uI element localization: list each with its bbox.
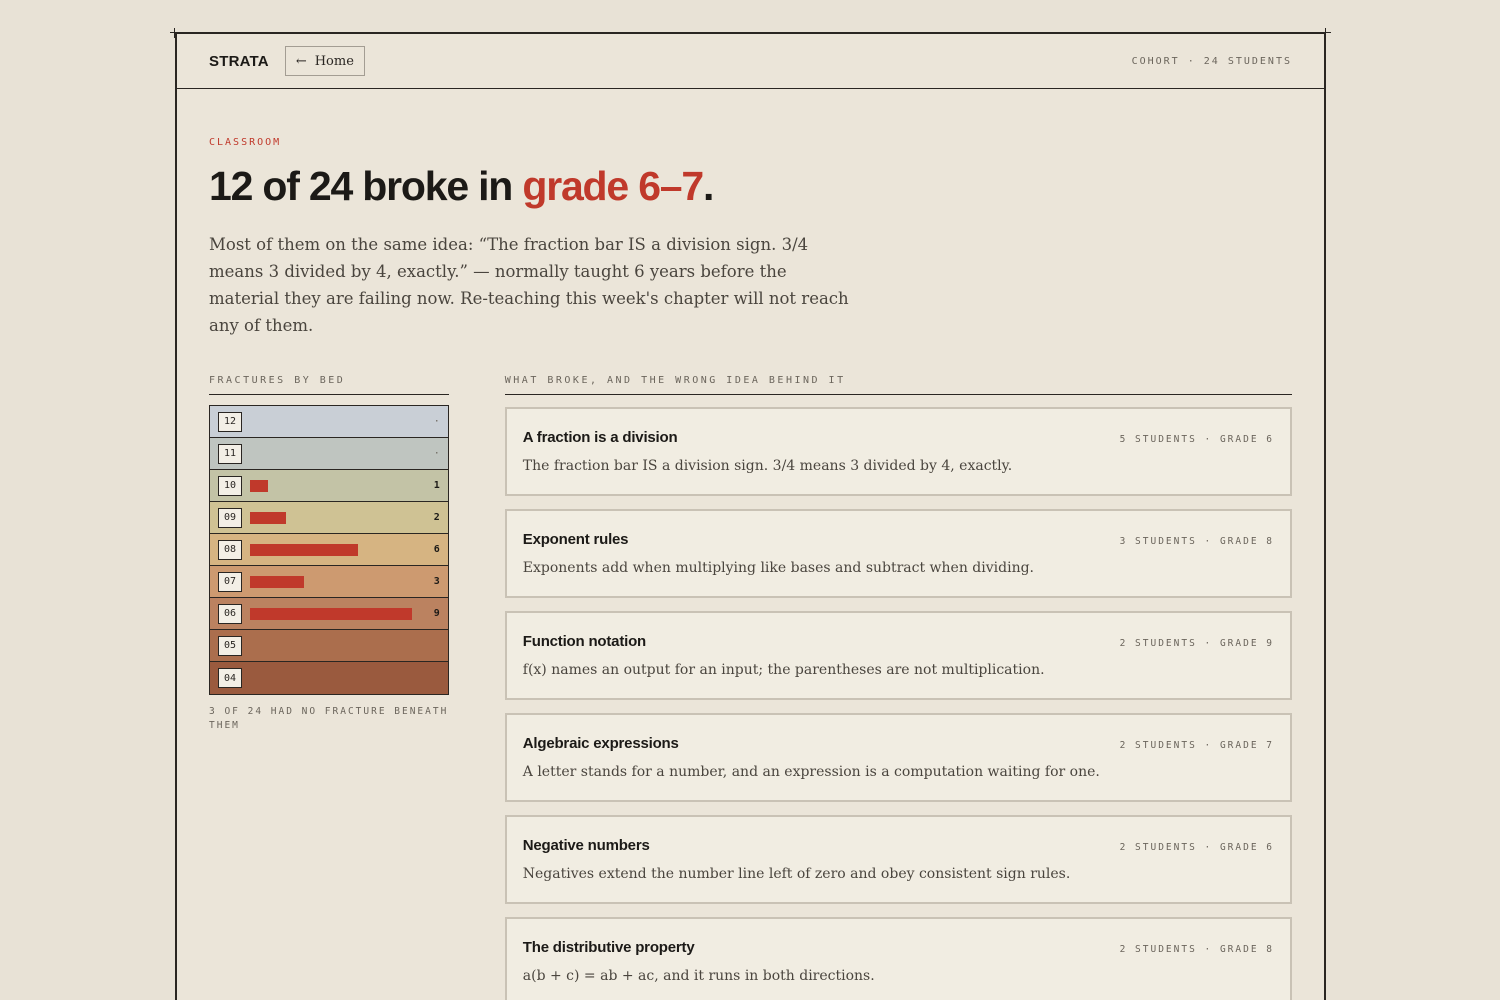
breaks-label: WHAT BROKE, AND THE WRONG IDEA BEHIND IT — [504, 375, 1292, 396]
bed-bar-track — [250, 416, 422, 428]
bed-row[interactable]: 07 3 — [210, 566, 448, 599]
title-main: 12 of 24 broke in — [209, 163, 523, 209]
bed-row[interactable]: 04 — [210, 662, 448, 695]
card-meta: 2 STUDENTS · GRADE 7 — [1119, 740, 1274, 752]
bed-number: 06 — [218, 603, 242, 624]
home-button-label: Home — [314, 53, 354, 69]
bed-row[interactable]: 05 — [210, 630, 448, 663]
main-content: CLASSROOM 12 of 24 broke in grade 6–7. M… — [177, 137, 1324, 1000]
card-meta: 5 STUDENTS · GRADE 6 — [1119, 434, 1274, 446]
card-description: A letter stands for a number, and an exp… — [522, 764, 1100, 781]
columns: FRACTURES BY BED 12 · 11 · 10 1 09 2 08 6 07 3 06 9 05… — [209, 375, 1292, 1000]
cohort-info: COHORT · 24 STUDENTS — [1131, 55, 1292, 67]
bed-row[interactable]: 09 2 — [210, 502, 448, 535]
title-end: . — [703, 163, 714, 209]
bed-row[interactable]: 06 9 — [210, 598, 448, 631]
break-card[interactable]: Negative numbers 2 STUDENTS · GRADE 6 Nega… — [504, 815, 1292, 905]
bed-count: 6 — [433, 544, 440, 556]
bed-bar-track — [250, 448, 422, 460]
bed-count: 9 — [433, 608, 440, 620]
bed-count: · — [433, 448, 440, 460]
bed-number: 11 — [218, 443, 242, 464]
bed-count: 3 — [433, 576, 440, 588]
break-card[interactable]: Function notation 2 STUDENTS · GRADE 9 f(x… — [504, 611, 1292, 701]
bed-bar-track — [250, 479, 422, 492]
page-eyebrow: CLASSROOM — [209, 137, 282, 148]
bed-count: 1 — [433, 480, 440, 492]
break-cards: A fraction is a division 5 STUDENTS · GRA… — [504, 407, 1292, 1000]
card-description: Negatives extend the number line left of… — [522, 866, 1071, 883]
fracture-bar — [250, 511, 286, 524]
title-accent: grade 6–7 — [522, 163, 704, 209]
bed-row[interactable]: 08 6 — [210, 534, 448, 567]
arrow-left-icon: ← — [295, 53, 307, 69]
bed-bar-track — [250, 575, 422, 588]
breaks-panel: WHAT BROKE, AND THE WRONG IDEA BEHIND IT… — [504, 375, 1292, 1000]
card-description: Exponents add when multiplying like base… — [522, 560, 1035, 577]
bed-number: 12 — [218, 411, 242, 432]
card-meta: 2 STUDENTS · GRADE 9 — [1119, 638, 1274, 650]
bed-chart: 12 · 11 · 10 1 09 2 08 6 07 3 06 9 05 04 — [209, 405, 449, 696]
fracture-bar — [250, 607, 412, 620]
bed-number: 05 — [218, 635, 242, 656]
bed-row[interactable]: 12 · — [210, 406, 448, 439]
card-description: f(x) names an output for an input; the p… — [522, 662, 1045, 679]
bed-bar-track — [250, 543, 422, 556]
bed-bar-track — [250, 640, 422, 652]
fracture-bar — [250, 543, 358, 556]
break-card[interactable]: A fraction is a division 5 STUDENTS · GRA… — [504, 407, 1292, 497]
page-lede: Most of them on the same idea: “The frac… — [209, 235, 849, 336]
home-button[interactable]: ← Home — [284, 46, 365, 76]
bed-count: 2 — [433, 512, 440, 524]
bed-row[interactable]: 11 · — [210, 438, 448, 471]
bed-bar-track — [250, 607, 422, 620]
page-frame: STRATA ← Home COHORT · 24 STUDENTS CLASS… — [175, 32, 1326, 1000]
bed-row[interactable]: 10 1 — [210, 470, 448, 503]
break-card[interactable]: Algebraic expressions 2 STUDENTS · GRADE … — [504, 713, 1292, 803]
fractures-panel: FRACTURES BY BED 12 · 11 · 10 1 09 2 08 6 07 3 06 9 05… — [209, 375, 449, 1000]
fracture-bar — [250, 575, 304, 588]
brand-logo[interactable]: STRATA — [209, 53, 269, 70]
bed-count: · — [433, 416, 440, 428]
fractures-footnote: 3 OF 24 HAD NO FRACTURE BENEATH THEM — [209, 706, 449, 732]
bed-bar-track — [250, 672, 422, 684]
card-meta: 2 STUDENTS · GRADE 8 — [1119, 944, 1274, 956]
break-card[interactable]: Exponent rules 3 STUDENTS · GRADE 8 Expone… — [504, 509, 1292, 599]
top-bar: STRATA ← Home COHORT · 24 STUDENTS — [177, 34, 1324, 89]
card-meta: 3 STUDENTS · GRADE 8 — [1119, 536, 1274, 548]
card-description: The fraction bar IS a division sign. 3/4… — [522, 458, 1013, 475]
bed-number: 07 — [218, 571, 242, 592]
bed-bar-track — [250, 511, 422, 524]
fracture-bar — [250, 479, 268, 492]
bed-number: 04 — [218, 668, 242, 689]
card-meta: 2 STUDENTS · GRADE 6 — [1119, 842, 1274, 854]
card-description: a(b + c) = ab + ac, and it runs in both … — [522, 968, 875, 985]
page-title: 12 of 24 broke in grade 6–7. — [209, 163, 1292, 209]
bed-number: 08 — [218, 539, 242, 560]
fractures-label: FRACTURES BY BED — [209, 375, 449, 396]
bed-number: 10 — [218, 475, 242, 496]
bed-number: 09 — [218, 507, 242, 528]
break-card[interactable]: The distributive property 2 STUDENTS · GR… — [504, 917, 1292, 1000]
